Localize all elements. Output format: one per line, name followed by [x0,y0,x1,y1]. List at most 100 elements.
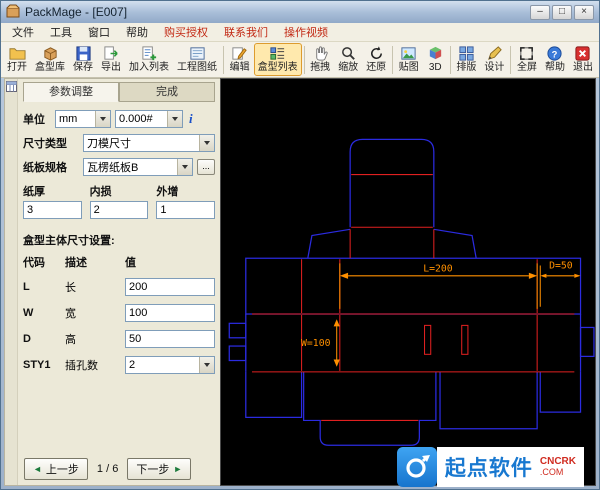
window-controls: – □ × [530,5,594,20]
toolbar-button-imposition[interactable]: 排版 [452,43,480,76]
menu-help[interactable]: 帮助 [118,22,156,42]
toolbar-button-exit[interactable]: 退出 [569,43,597,76]
toolbar-button-box-list[interactable]: 盒型列表 [254,43,302,76]
chevron-down-icon [167,111,182,127]
board-spec-value: 瓦楞纸板B [87,159,177,175]
dieline-drawing: L=200 D=50 W=100 [221,79,595,485]
watermark-text: 起点软件 CNCRK .COM [437,447,584,487]
menu-contact-us[interactable]: 联系我们 [216,22,276,42]
height-input[interactable]: 50 [125,330,215,348]
info-icon[interactable]: i [187,111,195,127]
toolbar-button-label: 设计 [484,62,504,74]
toolbar-button-texture[interactable]: 贴图 [395,43,423,76]
toolbar-button-engineering-drawing[interactable]: 工程图纸 [173,43,221,76]
menu-file[interactable]: 文件 [4,22,42,42]
row-desc-length: 长 [65,279,123,295]
minimize-button[interactable]: – [530,5,550,20]
chevron-down-icon [177,159,192,175]
toolbar-button-fullscreen[interactable]: 全屏 [513,43,541,76]
toolbar-button-label: 导出 [101,62,121,74]
chevron-down-icon [199,357,214,373]
toolbar-button-save[interactable]: 保存 [69,43,97,76]
number-format-value: 0.000# [119,113,167,125]
toolbar-button-label: 还原 [366,62,386,74]
watermark-domain: CNCRK .COM [540,457,576,477]
sidebar-spacer [23,374,215,455]
toolbar-button-zoom[interactable]: 缩放 [334,43,362,76]
toolbar-button-3d[interactable]: 3D [423,43,448,76]
prev-step-button[interactable]: ◄ 上一步 [24,458,88,480]
unit-select[interactable]: mm [55,110,111,128]
box-size-section-title: 盒型主体尺寸设置: [23,232,215,248]
row-code-D: D [23,333,63,345]
maximize-button[interactable]: □ [552,5,572,20]
inner-loss-input[interactable]: 2 [90,201,149,219]
size-type-value: 刀模尺寸 [87,135,199,151]
menu-buy-license[interactable]: 购买授权 [156,22,216,42]
box-library-icon [42,45,59,62]
next-step-button[interactable]: 下一步 ► [127,458,191,480]
unit-row: 单位 mm 0.000# i [23,110,215,128]
magnifier-icon [340,45,357,62]
toolbar-button-label: 排版 [456,62,476,74]
row-desc-width: 宽 [65,305,123,321]
svg-text:?: ? [552,49,558,60]
tab-parameter-adjust[interactable]: 参数调整 [23,82,119,102]
prev-step-label: 上一步 [46,461,79,477]
wizard-nav: ◄ 上一步 1 / 6 下一步 ► [23,455,215,483]
tab-finish[interactable]: 完成 [119,82,215,102]
menu-tutorial-video[interactable]: 操作视频 [276,22,336,42]
toolbar-button-label: 工程图纸 [177,62,217,74]
inner-loss-label: 内损 [90,183,149,199]
dimension-label-depth: D=50 [549,261,573,272]
open-icon [9,45,26,62]
row-desc-slot-count: 插孔数 [65,357,123,373]
toolbar-button-drag[interactable]: 拖拽 [306,43,334,76]
length-input[interactable]: 200 [125,278,215,296]
arrow-right-icon: ► [173,465,182,474]
window-title: PackMage - [E007] [25,5,525,19]
toolbar-button-edit[interactable]: 编辑 [226,43,254,76]
toolbar-separator [392,46,393,74]
toolbar-button-export[interactable]: 导出 [97,43,125,76]
width-input[interactable]: 100 [125,304,215,322]
row-code-L: L [23,281,63,293]
board-spec-select[interactable]: 瓦楞纸板B [83,158,193,176]
menu-tools[interactable]: 工具 [42,22,80,42]
menu-window[interactable]: 窗口 [80,22,118,42]
help-icon: ? [546,45,563,62]
toolbar-button-design[interactable]: 设计 [480,43,508,76]
size-type-label: 尺寸类型 [23,135,79,151]
toolbar-separator [510,46,511,74]
size-type-select[interactable]: 刀模尺寸 [83,134,215,152]
export-icon [103,45,120,62]
arrow-left-icon: ◄ [33,465,42,474]
toolbar-button-help[interactable]: ? 帮助 [541,43,569,76]
size-type-row: 尺寸类型 刀模尺寸 [23,134,215,152]
slot-count-select[interactable]: 2 [125,356,215,374]
number-format-select[interactable]: 0.000# [115,110,183,128]
toolbar: 打开 盒型库 保存 导出 加入列表 工程图纸 编辑 盒型列表 [1,42,599,78]
design-pen-icon [486,45,503,62]
paper-thickness-input[interactable]: 3 [23,201,82,219]
toolbar-button-restore[interactable]: 还原 [362,43,390,76]
paper-thickness-label: 纸厚 [23,183,82,199]
row-desc-height: 高 [65,331,123,347]
close-button[interactable]: × [574,5,594,20]
outer-gain-input[interactable]: 1 [156,201,215,219]
toolbar-button-label: 贴图 [399,62,419,74]
step-indicator: 1 / 6 [97,463,118,475]
board-spec-label: 纸板规格 [23,159,79,175]
toolbar-button-box-library[interactable]: 盒型库 [31,43,69,76]
exit-icon [574,45,591,62]
toolbar-separator [223,46,224,74]
board-more-button[interactable]: ... [197,159,215,175]
toolbar-button-label: 缩放 [338,62,358,74]
save-icon [75,45,92,62]
sidebar-gutter [5,79,18,485]
dieline-canvas[interactable]: L=200 D=50 W=100 [220,78,596,486]
toolbar-button-label: 拖拽 [310,62,330,74]
toolbar-button-label: 退出 [573,62,593,74]
toolbar-button-add-to-list[interactable]: 加入列表 [125,43,173,76]
toolbar-button-open[interactable]: 打开 [3,43,31,76]
